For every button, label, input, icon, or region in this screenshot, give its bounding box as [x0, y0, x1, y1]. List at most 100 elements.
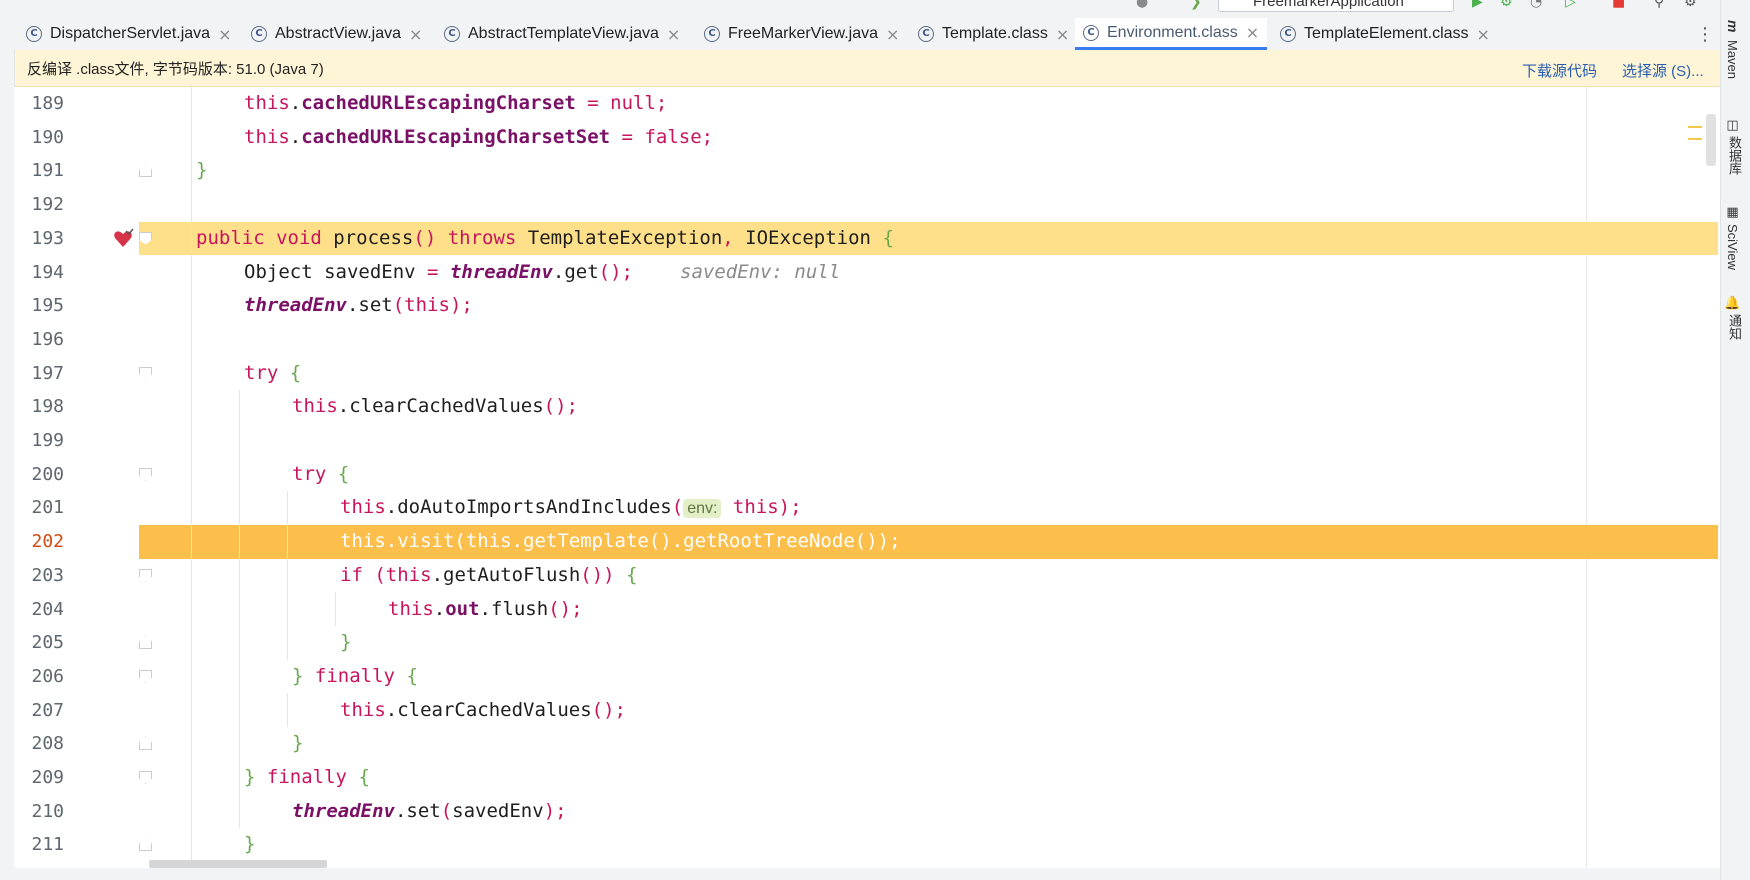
horizontal-scrollbar[interactable] [149, 860, 327, 868]
fold-marker-icon[interactable] [139, 164, 152, 178]
code-line: 189 this.cachedURLEscapingCharset = null… [14, 87, 1718, 121]
tab-template-class[interactable]: C Template.class × [910, 18, 1077, 50]
tab-label: Environment.class [1107, 23, 1238, 41]
fold-marker-icon[interactable] [139, 568, 152, 582]
code-line: 192 [14, 188, 1718, 222]
code-line: 211 } [14, 828, 1718, 862]
tab-freemarkerview[interactable]: C FreeMarkerView.java × [696, 18, 907, 50]
search-icon[interactable]: ⚲ [1654, 0, 1664, 10]
maven-m-icon[interactable]: m [1725, 20, 1741, 32]
close-icon[interactable]: × [667, 25, 680, 44]
code-text: this.clearCachedValues(); [292, 395, 578, 418]
code-line: 191 } [14, 154, 1718, 188]
fold-marker-icon[interactable] [139, 366, 152, 380]
close-icon[interactable]: × [1056, 25, 1069, 44]
fold-marker-icon[interactable] [139, 838, 152, 852]
fold-marker-icon[interactable] [139, 636, 152, 650]
code-line: 204 this.out.flush(); [14, 593, 1718, 627]
close-icon[interactable]: × [409, 25, 422, 44]
run-icon[interactable]: ▶ [1472, 0, 1483, 10]
code-line: 194 Object savedEnv = threadEnv.get(); s… [14, 256, 1718, 290]
debug-icon[interactable]: ⚙ [1500, 0, 1513, 10]
class-icon: C [1083, 24, 1099, 41]
download-source-link[interactable]: 下载源代码 [1522, 60, 1597, 81]
fold-marker-icon[interactable] [139, 231, 152, 245]
close-icon[interactable]: × [886, 25, 899, 44]
coverage-icon[interactable]: ◔ [1530, 0, 1542, 10]
code-line: 195 threadEnv.set(this); [14, 289, 1718, 323]
left-tool-strip [0, 50, 15, 868]
line-number: 195 [31, 295, 64, 317]
line-number: 201 [31, 497, 64, 519]
tab-abstracttemplateview[interactable]: C AbstractTemplateView.java × [436, 18, 688, 50]
more-tabs-icon[interactable]: ⋮ [1696, 24, 1714, 45]
line-number: 198 [31, 396, 64, 418]
fold-marker-icon[interactable] [139, 669, 152, 683]
decompiled-class-banner: 反编译 .class文件, 字节码版本: 51.0 (Java 7) 下载源代码… [14, 50, 1720, 87]
settings-icon[interactable]: ⚙ [1684, 0, 1697, 10]
user-icon[interactable]: ● [1136, 0, 1148, 10]
code-line: 205 } [14, 626, 1718, 660]
run-configuration-selector[interactable]: FreemarkerApplication [1218, 0, 1454, 12]
vertical-scrollbar[interactable] [1706, 114, 1716, 166]
line-number: 203 [31, 564, 64, 586]
code-line: 201 this.doAutoImportsAndIncludes(env: t… [14, 491, 1718, 525]
line-number: 189 [31, 93, 64, 114]
database-tool-button[interactable]: 数据库 [1725, 136, 1744, 175]
code-text: } [292, 732, 304, 755]
tab-label: AbstractTemplateView.java [468, 25, 659, 42]
class-icon: C [251, 26, 267, 42]
line-number: 196 [31, 328, 64, 350]
notification-bell-icon[interactable]: 🔔 [1725, 295, 1740, 311]
scroll-marker[interactable] [1688, 126, 1702, 140]
code-text: try { [292, 462, 350, 485]
tab-environment-class[interactable]: C Environment.class × [1075, 18, 1268, 50]
line-number: 210 [31, 800, 64, 822]
method-breakpoint-icon[interactable] [112, 228, 134, 255]
code-text: } [244, 833, 256, 856]
line-number: 206 [31, 665, 64, 687]
close-icon[interactable]: × [1477, 25, 1490, 44]
code-text: this.doAutoImportsAndIncludes(env: this)… [340, 496, 802, 519]
fold-marker-icon[interactable] [139, 467, 152, 481]
fold-marker-icon[interactable] [139, 771, 152, 784]
sciview-tool-button[interactable]: SciView [1725, 224, 1740, 270]
class-icon: C [444, 26, 460, 42]
maven-tool-button[interactable]: Maven [1725, 40, 1740, 79]
build-hammer-icon[interactable]: ❯ [1190, 0, 1202, 10]
tab-abstractview[interactable]: C AbstractView.java × [243, 18, 430, 50]
code-text: this.cachedURLEscapingCharset = null; [244, 92, 668, 114]
notifications-tool-button[interactable]: 通知 [1725, 314, 1744, 340]
close-icon[interactable]: × [218, 25, 231, 44]
sciview-icon[interactable]: ▦ [1725, 205, 1740, 220]
tab-label: DispatcherServlet.java [50, 25, 211, 42]
code-text: threadEnv.set(savedEnv); [292, 799, 567, 822]
fold-marker-icon[interactable] [139, 737, 152, 751]
line-number: 192 [31, 194, 64, 216]
line-number: 202 [31, 531, 64, 553]
code-text: } [340, 631, 352, 654]
code-text: try { [244, 361, 302, 384]
inline-debug-value: savedEnv: null [680, 260, 841, 283]
close-icon[interactable]: × [1246, 23, 1259, 42]
code-text: this.visit(this.getTemplate().getRootTre… [340, 530, 901, 553]
line-number: 191 [31, 160, 64, 182]
line-number: 207 [31, 699, 64, 721]
tab-label: TemplateElement.class [1304, 25, 1469, 42]
database-icon[interactable]: ◫ [1725, 118, 1740, 133]
code-editor[interactable]: 189 this.cachedURLEscapingCharset = null… [14, 87, 1718, 867]
line-number: 190 [31, 126, 64, 148]
code-text: threadEnv.set(this); [244, 294, 473, 317]
code-line: 208 } [14, 727, 1718, 761]
code-line: 200 try { [14, 458, 1718, 492]
choose-source-link[interactable]: 选择源 (S)... [1622, 60, 1704, 81]
line-number: 197 [31, 362, 64, 384]
stop-icon[interactable]: ■ [1612, 0, 1625, 10]
code-line: 209 } finally { [14, 761, 1718, 795]
code-text: } finally { [244, 766, 370, 788]
class-icon: C [704, 26, 720, 42]
tab-templateelement-class[interactable]: C TemplateElement.class × [1272, 18, 1498, 50]
tab-dispatcherservlet[interactable]: C DispatcherServlet.java × [18, 18, 239, 50]
class-icon: C [26, 26, 42, 42]
profile-icon[interactable]: ▷ [1565, 0, 1576, 10]
